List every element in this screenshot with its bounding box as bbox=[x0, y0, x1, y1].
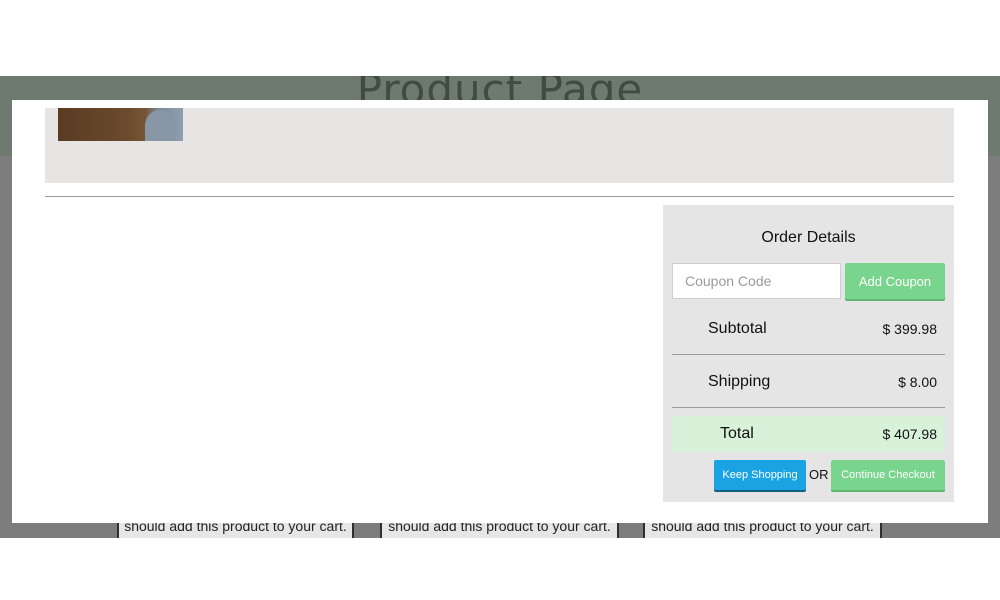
subtotal-value: $ 399.98 bbox=[882, 321, 938, 337]
shipping-label: Shipping bbox=[708, 373, 771, 390]
add-coupon-button[interactable]: Add Coupon bbox=[845, 263, 945, 299]
cart-item-row bbox=[45, 108, 954, 183]
subtotal-row: Subtotal $ 399.98 bbox=[672, 305, 945, 357]
cart-modal: Order Details Add Coupon Subtotal $ 399.… bbox=[12, 100, 988, 523]
row-divider bbox=[672, 354, 945, 355]
order-details-panel: Order Details Add Coupon Subtotal $ 399.… bbox=[663, 205, 954, 502]
total-row: Total $ 407.98 bbox=[672, 416, 945, 452]
or-separator: OR bbox=[809, 467, 829, 482]
shipping-row: Shipping $ 8.00 bbox=[672, 358, 945, 410]
continue-checkout-button[interactable]: Continue Checkout bbox=[831, 460, 945, 490]
order-details-title: Order Details bbox=[761, 229, 856, 246]
row-divider bbox=[672, 407, 945, 408]
product-thumbnail bbox=[58, 108, 183, 141]
total-label: Total bbox=[720, 425, 754, 442]
divider bbox=[45, 196, 954, 197]
total-value: $ 407.98 bbox=[882, 426, 938, 442]
subtotal-label: Subtotal bbox=[708, 320, 767, 337]
shipping-value: $ 8.00 bbox=[898, 374, 937, 390]
coupon-code-input[interactable] bbox=[672, 263, 841, 299]
keep-shopping-button[interactable]: Keep Shopping bbox=[714, 460, 806, 490]
